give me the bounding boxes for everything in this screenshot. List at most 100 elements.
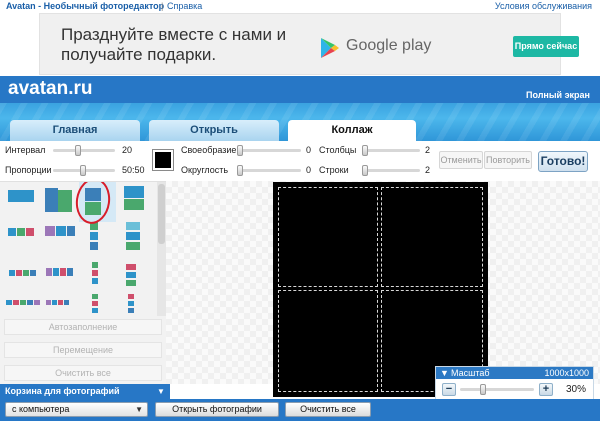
collapse-triangle-icon[interactable]: ▼: [157, 384, 165, 399]
layout-scrollbar-thumb[interactable]: [158, 184, 165, 244]
layout-tile: [53, 268, 59, 276]
tab-collage[interactable]: Коллаж: [288, 120, 416, 141]
tab-home[interactable]: Главная: [10, 120, 140, 141]
zoom-label: Масштаб: [451, 368, 490, 378]
layout-tile: [34, 300, 40, 305]
layout-tile: [13, 300, 19, 305]
interval-slider-thumb[interactable]: [75, 145, 81, 156]
roundness-slider-track: [237, 169, 301, 172]
layout-tile: [128, 294, 134, 299]
rows-slider[interactable]: [362, 165, 420, 176]
zoom-in-button[interactable]: +: [539, 383, 553, 396]
columns-slider[interactable]: [362, 145, 420, 156]
collapse-triangle-icon[interactable]: ▼: [440, 367, 449, 379]
layout-tile: [20, 190, 34, 202]
border-color-fill: [155, 152, 171, 168]
chevron-down-icon: ▼: [135, 405, 143, 414]
interval-slider[interactable]: [53, 145, 115, 156]
google-play-label: Google play: [346, 37, 432, 54]
peculiarity-label: Своеобразие: [181, 145, 237, 155]
roundness-label: Округлость: [181, 165, 229, 175]
app-root: { "topbar": { "app_name": "Avatan - Необ…: [0, 0, 600, 431]
autofill-button[interactable]: Автозаполнение: [4, 319, 162, 335]
peculiarity-value: 0: [306, 145, 312, 155]
ad-cta-button[interactable]: Прямо сейчас: [513, 36, 579, 57]
layout-panel: Автозаполнение Перемещение Очистить все: [0, 181, 166, 384]
layout-tile: [58, 300, 63, 305]
collage-cell[interactable]: [278, 187, 378, 287]
clear-all-photos-button[interactable]: Очистить все: [285, 402, 371, 417]
ad-banner[interactable]: Празднуйте вместе с нами и получайте под…: [39, 13, 579, 75]
app-title-link[interactable]: Avatan - Необычный фоторедактор: [6, 0, 164, 12]
proportions-value: 50:50: [122, 165, 145, 175]
layout-tile: [67, 268, 73, 276]
layout-tile: [126, 232, 140, 240]
layout-tile: [90, 232, 98, 240]
columns-slider-thumb[interactable]: [362, 145, 368, 156]
site-header: avatan.ru Полный экран: [0, 76, 600, 103]
clear-all-layout-button[interactable]: Очистить все: [4, 365, 162, 381]
move-button[interactable]: Перемещение: [4, 342, 162, 358]
rows-label: Строки: [319, 165, 349, 175]
peculiarity-slider-thumb[interactable]: [237, 145, 243, 156]
layout-tile: [90, 242, 98, 250]
collage-cell[interactable]: [278, 290, 378, 392]
columns-slider-track: [362, 149, 420, 152]
layout-tile: [56, 226, 66, 236]
layout-tile: [92, 270, 98, 276]
layout-tile: [23, 270, 29, 276]
layout-tile: [128, 301, 134, 306]
roundness-slider[interactable]: [237, 165, 301, 176]
layout-tile: [128, 308, 134, 313]
interval-slider-track: [53, 149, 115, 152]
page-footer-space: [0, 421, 600, 431]
layout-tile: [16, 270, 22, 276]
border-color-picker[interactable]: [152, 149, 174, 171]
proportions-slider-thumb[interactable]: [80, 165, 86, 176]
proportions-slider[interactable]: [53, 165, 115, 176]
layout-tile: [20, 300, 26, 305]
ad-headline-line1: Празднуйте вместе с нами и: [61, 25, 287, 44]
topbar-separator: |: [161, 1, 164, 11]
ad-headline-line2: получайте подарки.: [61, 45, 217, 64]
interval-label: Интервал: [5, 145, 46, 155]
zoom-panel-header[interactable]: ▼ Масштаб 1000x1000: [436, 367, 593, 379]
zoom-percent: 30%: [565, 384, 586, 395]
roundness-slider-thumb[interactable]: [237, 165, 243, 176]
peculiarity-slider[interactable]: [237, 145, 301, 156]
terms-of-service-link[interactable]: Условия обслуживания: [495, 0, 592, 12]
collage-canvas[interactable]: [273, 182, 488, 397]
rows-slider-track: [362, 169, 420, 172]
proportions-label: Пропорции: [5, 165, 52, 175]
layout-tile: [45, 226, 55, 236]
layout-scrollbar[interactable]: [157, 182, 166, 316]
columns-label: Столбцы: [319, 145, 357, 155]
roundness-value: 0: [306, 165, 312, 175]
layout-tile: [126, 280, 136, 286]
layout-tile: [67, 226, 75, 236]
fullscreen-link[interactable]: Полный экран: [526, 90, 590, 100]
done-button[interactable]: Готово!: [538, 151, 588, 172]
zoom-slider[interactable]: [460, 384, 534, 395]
zoom-slider-thumb[interactable]: [480, 384, 486, 395]
collage-cell[interactable]: [381, 187, 483, 287]
layout-tile: [6, 300, 12, 305]
open-photos-button[interactable]: Открыть фотографии: [155, 402, 279, 417]
photo-basket-title: Корзина для фотографий: [5, 386, 120, 396]
photo-basket-header[interactable]: Корзина для фотографий ▼: [0, 384, 170, 399]
layout-tile: [17, 228, 25, 236]
layout-tile: [92, 308, 98, 313]
layout-tile: [26, 228, 34, 236]
redo-button[interactable]: Повторить: [484, 151, 532, 169]
zoom-out-button[interactable]: −: [442, 383, 456, 396]
help-link[interactable]: Справка: [167, 0, 202, 12]
layout-tile: [9, 270, 15, 276]
undo-button[interactable]: Отменить: [439, 151, 483, 169]
layout-tile: [46, 300, 51, 305]
rows-slider-thumb[interactable]: [362, 165, 368, 176]
tab-open[interactable]: Открыть: [149, 120, 279, 141]
photo-source-select[interactable]: с компьютера ▼: [5, 402, 148, 417]
zoom-panel: ▼ Масштаб 1000x1000 − + 30%: [435, 366, 594, 400]
site-logo[interactable]: avatan.ru: [8, 78, 92, 100]
google-play-icon: [321, 38, 339, 58]
